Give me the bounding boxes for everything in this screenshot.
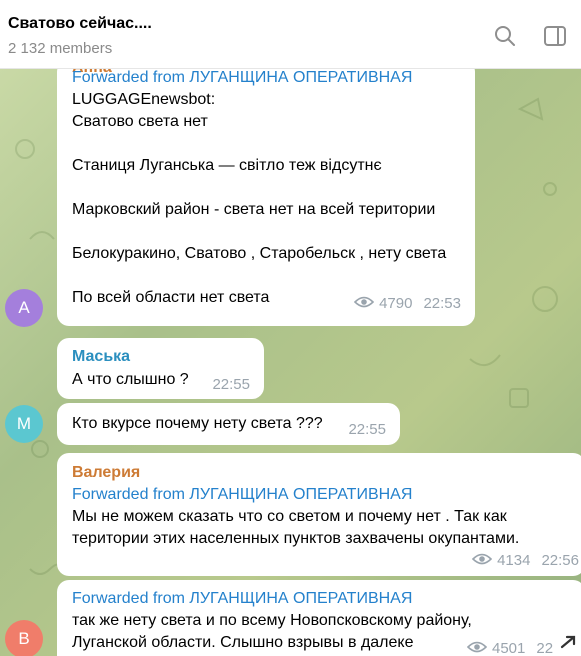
forwarded-from[interactable]: Forwarded from ЛУГАНЩИНА ОПЕРАТИВНАЯ <box>72 588 412 610</box>
message-time: 22:53 <box>423 295 461 312</box>
sender-name[interactable]: Маська <box>72 346 130 368</box>
message-text-line: Луганской области. Слышно взрывы в далек… <box>72 634 414 651</box>
message-text-line: так же нету света и по всему Новопсковск… <box>72 612 472 629</box>
eye-icon <box>466 638 488 656</box>
forwarded-from[interactable]: Forwarded from ЛУГАНЩИНА ОПЕРАТИВНАЯ <box>72 69 412 89</box>
message-meta: 22:55 <box>348 419 386 441</box>
scroll-down-arrow-icon[interactable] <box>558 633 578 653</box>
message-meta: 4134 22:56 <box>471 550 579 572</box>
message-bubble[interactable]: Forwarded from ЛУГАНЩИНА ОПЕРАТИВНАЯ так… <box>57 580 581 656</box>
message-text-line: Сватово света нет <box>72 113 208 130</box>
message-time: 22 <box>536 640 554 656</box>
message-text-line: Станиця Луганська — світло теж відсутнє <box>72 157 382 174</box>
member-count: 2 132 members <box>8 40 113 57</box>
eye-icon <box>471 550 493 572</box>
message-time: 22:55 <box>212 376 250 393</box>
search-icon[interactable] <box>493 24 517 48</box>
chat-header: Сватово сейчас.... 2 132 members <box>0 0 581 69</box>
sidebar-toggle-icon[interactable] <box>543 24 567 48</box>
message-time: 22:55 <box>348 421 386 438</box>
message-text-line: По всей области нет света <box>72 289 270 306</box>
eye-icon <box>353 293 375 315</box>
avatar[interactable]: M <box>5 405 43 443</box>
message-text-line: Мы не можем сказать что со светом и поче… <box>72 508 507 525</box>
message-meta: 22:55 <box>212 374 250 396</box>
message-text: Кто вкурсе почему нету света ??? <box>72 415 323 432</box>
message-meta: 4501 22 <box>466 638 554 656</box>
message-text: А что слышно ? <box>72 371 189 388</box>
chat-title[interactable]: Сватово сейчас.... <box>8 15 152 33</box>
message-text-line: територии этих населенных пунктов захвач… <box>72 530 520 547</box>
message-list[interactable]: Анна Forwarded from ЛУГАНЩИНА ОПЕРАТИВНА… <box>0 69 581 656</box>
message-text-line: LUGGAGEnewsbot: <box>72 91 216 108</box>
forwarded-from[interactable]: Forwarded from ЛУГАНЩИНА ОПЕРАТИВНАЯ <box>72 484 412 506</box>
avatar[interactable]: A <box>5 289 43 327</box>
view-count: 4134 <box>497 552 531 569</box>
sender-name[interactable]: Валерия <box>72 462 140 484</box>
message-time: 22:56 <box>541 552 579 569</box>
message-text-line: Марковский район - света нет на всей тер… <box>72 201 436 218</box>
view-count: 4790 <box>379 295 413 312</box>
message-bubble[interactable]: Анна Forwarded from ЛУГАНЩИНА ОПЕРАТИВНА… <box>57 69 475 326</box>
message-bubble[interactable]: Кто вкурсе почему нету света ??? 22:55 <box>57 403 400 445</box>
message-bubble[interactable]: Маська А что слышно ? 22:55 <box>57 338 264 399</box>
avatar[interactable]: B <box>5 620 43 656</box>
message-text-line: Белокуракино, Сватово , Старобельск , не… <box>72 245 447 262</box>
message-meta: 4790 22:53 <box>353 293 461 315</box>
view-count: 4501 <box>492 640 526 656</box>
message-bubble[interactable]: Валерия Forwarded from ЛУГАНЩИНА ОПЕРАТИ… <box>57 453 581 576</box>
